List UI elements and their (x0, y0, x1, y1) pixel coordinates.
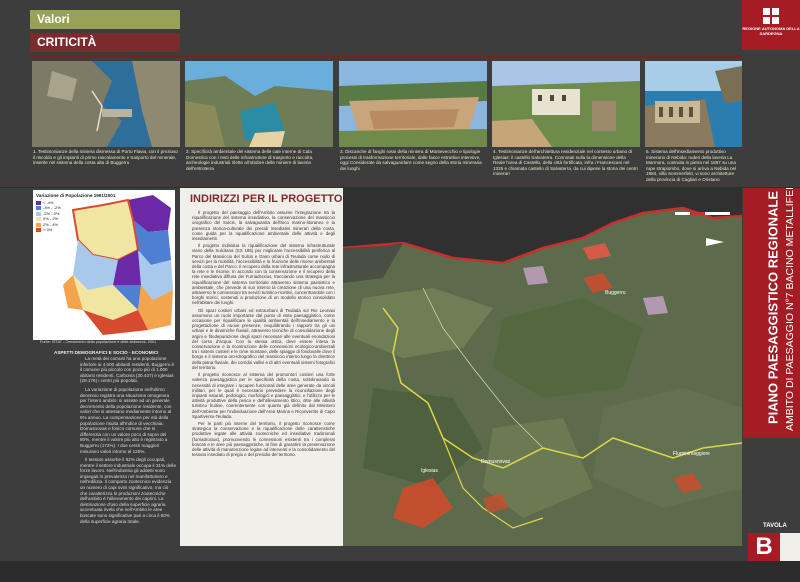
tavola-letter: B (748, 533, 780, 561)
indirizzi-text: Il progetto del paesaggio dell'Ambito as… (192, 210, 335, 457)
indirizzi-paragraph: Il progetto del paesaggio dell'Ambito as… (192, 210, 335, 242)
photo-caption-5: 5. Sistema dell'insediamento produttivo … (646, 149, 737, 182)
indirizzi-paragraph: Il progetto riconosce al sistema del pro… (192, 372, 335, 419)
photo-caption-1: 1. Testimonianze della miniera dismessa … (33, 149, 178, 166)
photo-cala-domestica (185, 61, 333, 147)
place-label-iglesias: Iglesias (421, 468, 438, 474)
aspects-paragraph: La metà dei comuni ha una popolazione in… (80, 356, 175, 384)
tavola-label: TAVOLA (763, 523, 787, 529)
photo-fanghi-rossi (339, 61, 487, 147)
place-label-fluminimaggiore: Fluminimaggiore (673, 451, 710, 457)
region-logo: REGIONE AUTONOMA DELLA SARDEGNA (742, 0, 800, 50)
plan-subtitle: AMBITO DI PAESAGGIO N°7 BACINO METALLIFE… (784, 188, 796, 431)
plan-title-band: PIANO PAESAGGISTICO REGIONALE AMBITO DI … (743, 188, 800, 438)
indirizzi-title: INDIRIZZI PER IL PROGETTO (190, 193, 343, 205)
north-arrow-icon (706, 233, 724, 246)
indirizzi-panel: INDIRIZZI PER IL PROGETTO Il progetto de… (180, 188, 343, 546)
landscape-map: Fluminimaggiore Iglesias Domusnovas Bugg… (343, 188, 742, 546)
indirizzi-paragraph: Il progetto individua la riqualificazion… (192, 243, 336, 306)
criticita-header: CRITICITÀ (30, 33, 180, 52)
population-choropleth (63, 195, 173, 335)
corner-block (780, 533, 800, 561)
population-map-source: Fonte: ISTAT - Censimento della popolazi… (40, 340, 157, 344)
frame-stripe-bottom (0, 561, 800, 582)
photo-nebida-laveria (645, 61, 742, 147)
indirizzi-paragraph: Gli spazi costieri urbani ed extraurbani… (192, 307, 335, 370)
scale-bar (675, 207, 735, 225)
frame-stripe-top (30, 55, 742, 58)
indirizzi-paragraph: Per le parti più interne del territorio,… (192, 420, 335, 458)
valori-header: Valori (30, 10, 180, 29)
aspects-paragraph: La variazione di popolazione nell'ultimo… (80, 386, 172, 454)
plan-title: PIANO PAESAGGISTICO REGIONALE (765, 190, 781, 425)
place-label-buggerru: Buggerru (605, 290, 626, 296)
aspects-title: ASPETTI DEMOGRAFICI E SOCIO - ECONOMICI (54, 350, 159, 355)
population-map: Variazione di Popolazione 1991/2001 < -4… (33, 190, 175, 340)
aspects-paragraph: Il tessuto assorbe il 62% degli occupati… (80, 457, 177, 524)
photo-caption-2: 2. Specificità ambientale del sistema de… (186, 149, 314, 171)
photo-porto-flavia (32, 61, 180, 147)
photo-caption-3: 3. Discariche di fanghi rossi della mini… (340, 149, 482, 171)
photo-iglesias-castle (492, 61, 640, 147)
aspects-text: La metà dei comuni ha una popolazione in… (80, 356, 176, 527)
flag-icon (763, 8, 779, 24)
photo-caption-4: 4. Testimonianze dell'architettura resid… (493, 149, 638, 177)
place-label-domusnovas: Domusnovas (481, 459, 511, 465)
logo-text: REGIONE AUTONOMA DELLA SARDEGNA (742, 26, 800, 36)
